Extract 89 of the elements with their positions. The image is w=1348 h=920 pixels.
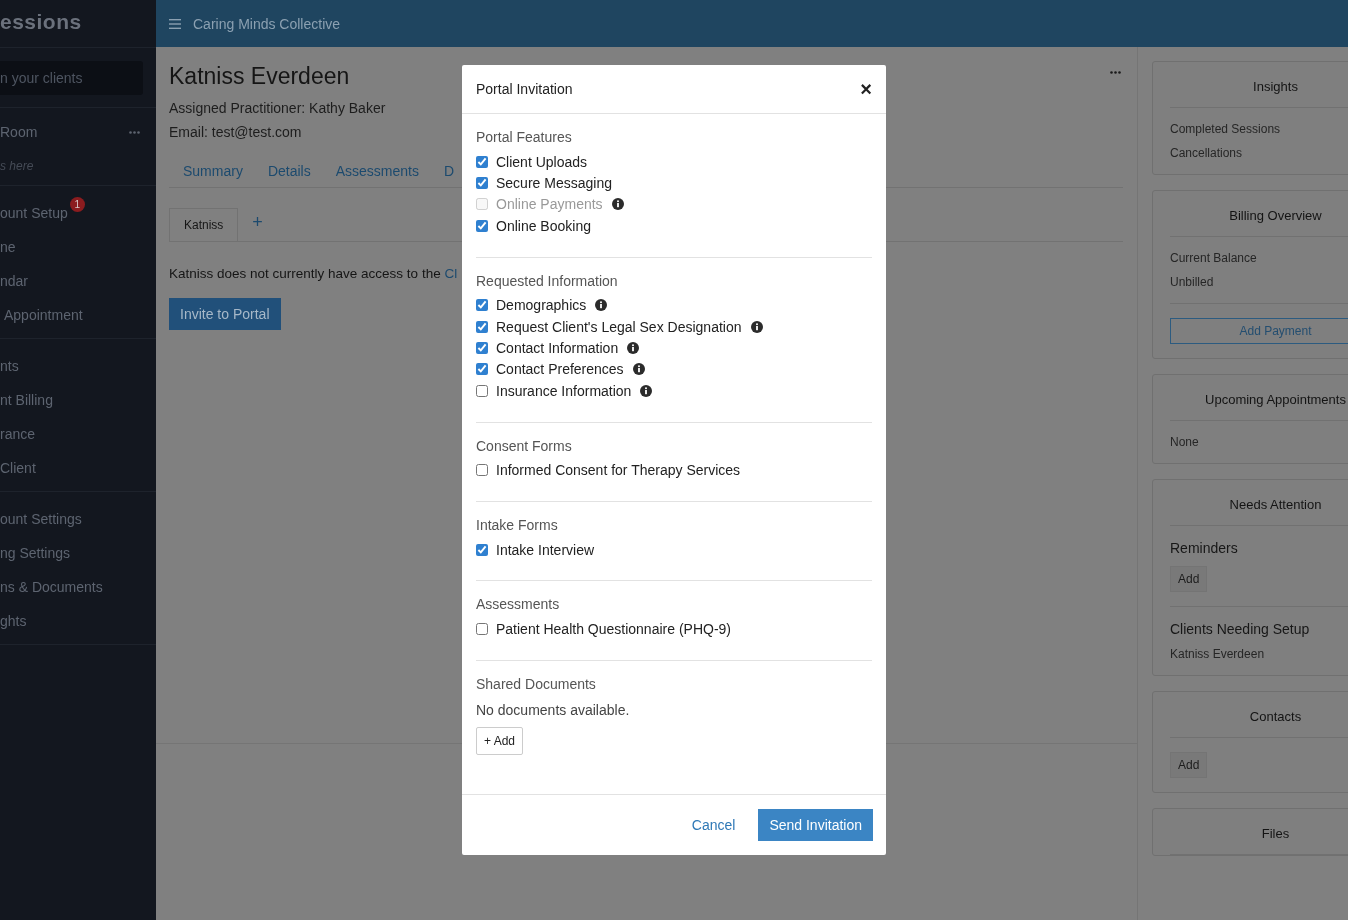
option-label: Request Client's Legal Sex Designation bbox=[496, 318, 742, 335]
client-name: Katniss Everdeen bbox=[169, 63, 350, 90]
close-button[interactable]: × bbox=[860, 79, 872, 99]
sidebar-item[interactable]: ghts bbox=[0, 613, 27, 629]
section-title: Consent Forms bbox=[476, 437, 572, 454]
cancel-button[interactable]: Cancel bbox=[685, 816, 742, 834]
card-row-label: Katniss Everdeen bbox=[1170, 647, 1265, 661]
sidebar-item[interactable]: rance bbox=[0, 426, 36, 442]
sidebar-item[interactable]: ng Settings bbox=[0, 545, 71, 561]
section-heading: Clients Needing Setup bbox=[1170, 621, 1310, 637]
checkbox[interactable] bbox=[476, 384, 488, 397]
client-tab[interactable]: Katniss bbox=[169, 208, 239, 241]
send-invitation-button[interactable]: Send Invitation bbox=[758, 809, 873, 841]
card-title: Insights bbox=[1253, 79, 1298, 94]
option-label: Insurance Information bbox=[496, 382, 632, 399]
checkbox[interactable] bbox=[476, 363, 488, 376]
checkbox[interactable] bbox=[476, 299, 488, 312]
option-label: Client Uploads bbox=[496, 153, 588, 170]
option-label: Demographics bbox=[496, 297, 587, 314]
card-title: Billing Overview bbox=[1229, 208, 1322, 223]
section-title: Intake Forms bbox=[476, 516, 558, 533]
info-icon[interactable] bbox=[627, 342, 640, 355]
card-title: Files bbox=[1261, 826, 1290, 841]
option-label: Intake Interview bbox=[496, 541, 595, 558]
sidebar-item[interactable]: ne bbox=[0, 239, 16, 255]
card-row-label: None bbox=[1170, 435, 1199, 449]
section-title: Shared Documents bbox=[476, 675, 596, 692]
tab[interactable]: D bbox=[443, 163, 455, 179]
info-icon[interactable] bbox=[595, 299, 608, 312]
search-field[interactable]: n your clients bbox=[0, 61, 143, 95]
info-icon[interactable] bbox=[632, 363, 645, 376]
sidebar-item[interactable]: ndar bbox=[0, 273, 29, 289]
add-button[interactable]: Add bbox=[1170, 752, 1208, 778]
more-icon[interactable] bbox=[1110, 71, 1121, 74]
sidebar-item[interactable]: Appointment bbox=[0, 307, 83, 323]
checkbox[interactable] bbox=[476, 342, 488, 355]
tab[interactable]: Assessments bbox=[335, 163, 419, 179]
notification-badge: 1 bbox=[69, 197, 85, 212]
sidebar-item[interactable]: ns & Documents bbox=[0, 579, 103, 595]
card-row-label: Current Balance bbox=[1170, 251, 1257, 265]
card-row-label: Unbilled bbox=[1170, 275, 1214, 289]
option-label: Secure Messaging bbox=[496, 175, 612, 192]
more-icon[interactable] bbox=[129, 130, 140, 134]
notice-text: Katniss does not currently have access to the Cl bbox=[169, 266, 458, 281]
checkbox[interactable] bbox=[476, 177, 488, 190]
tab[interactable]: Summary bbox=[183, 163, 243, 179]
card-row-label: Cancellations bbox=[1170, 146, 1243, 160]
email-text: Email: test@test.com bbox=[169, 124, 302, 140]
sidebar-item[interactable]: ount Settings bbox=[0, 511, 82, 527]
invite-button[interactable]: Invite to Portal bbox=[169, 298, 281, 330]
add-document-button[interactable]: + Add bbox=[476, 726, 524, 755]
option-label: Online Booking bbox=[496, 217, 591, 234]
modal-title: Portal Invitation bbox=[476, 81, 573, 97]
tab[interactable]: Details bbox=[267, 163, 311, 179]
info-icon[interactable] bbox=[640, 384, 653, 397]
checkbox[interactable] bbox=[476, 543, 488, 556]
link[interactable]: Cl bbox=[444, 266, 458, 281]
sidebar-item[interactable]: ount Setup bbox=[0, 205, 68, 221]
checkbox[interactable] bbox=[476, 320, 488, 333]
menu-icon[interactable] bbox=[169, 18, 181, 29]
sidebar-item[interactable]: nt Billing bbox=[0, 392, 53, 408]
option-label: Contact Information bbox=[496, 340, 619, 357]
option-label: Contact Preferences bbox=[496, 361, 624, 378]
empty-message: No documents available. bbox=[476, 701, 630, 718]
section-title: Portal Features bbox=[476, 129, 572, 145]
checkbox[interactable] bbox=[476, 155, 488, 168]
section-heading: Reminders bbox=[1170, 540, 1238, 556]
checkbox[interactable] bbox=[476, 219, 488, 232]
sidebar-item[interactable]: Client bbox=[0, 460, 36, 476]
card-title: Needs Attention bbox=[1229, 497, 1322, 512]
organization-name: Caring Minds Collective bbox=[193, 15, 341, 32]
card-title: Upcoming Appointments bbox=[1205, 392, 1346, 407]
checkbox[interactable] bbox=[476, 464, 488, 477]
section-title: Assessments bbox=[476, 596, 560, 613]
sidebar-item[interactable]: Room bbox=[0, 124, 38, 140]
info-icon[interactable] bbox=[750, 320, 763, 333]
option-label: Informed Consent for Therapy Services bbox=[496, 462, 741, 479]
add-tab-button[interactable]: + bbox=[238, 208, 277, 241]
card-title: Contacts bbox=[1249, 709, 1302, 724]
section-title: Requested Information bbox=[476, 272, 618, 289]
practitioner-text: Assigned Practitioner: Kathy Baker bbox=[169, 100, 386, 116]
add-payment-button[interactable]: Add Payment bbox=[1170, 318, 1348, 344]
checkbox[interactable] bbox=[476, 623, 488, 635]
card-row-label: Completed Sessions bbox=[1170, 122, 1281, 136]
option-label: Online Payments bbox=[496, 196, 603, 213]
add-button[interactable]: Add bbox=[1170, 566, 1208, 592]
app-title: essions bbox=[0, 10, 82, 33]
sidebar-item[interactable]: nts bbox=[0, 358, 19, 374]
option-label: Patient Health Questionnaire (PHQ-9) bbox=[496, 621, 731, 637]
